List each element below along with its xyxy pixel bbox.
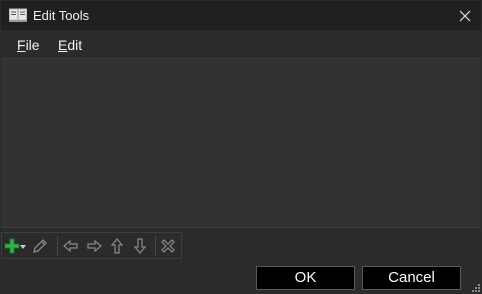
window-title: Edit Tools <box>33 8 90 23</box>
menu-file[interactable]: File <box>17 37 40 53</box>
tools-toolbar <box>1 232 182 259</box>
move-right-button[interactable] <box>85 237 105 255</box>
ok-button[interactable]: OK <box>256 266 355 290</box>
edit-tool-button[interactable] <box>31 237 51 255</box>
title-bar[interactable]: Edit Tools <box>1 1 481 30</box>
move-down-button[interactable] <box>131 237 151 255</box>
tools-list[interactable] <box>1 58 481 228</box>
move-up-icon <box>110 238 124 254</box>
add-tool-button[interactable] <box>4 237 26 255</box>
menu-bar: File Edit <box>1 30 481 58</box>
delete-tool-button[interactable] <box>159 237 179 255</box>
edit-pencil-icon <box>33 239 47 253</box>
move-up-button[interactable] <box>108 237 128 255</box>
close-button[interactable] <box>451 1 479 30</box>
move-right-icon <box>87 239 102 253</box>
book-icon <box>9 8 27 22</box>
menu-file-label: ile <box>25 37 40 53</box>
menu-edit[interactable]: Edit <box>58 37 82 53</box>
dropdown-arrow-icon <box>20 245 26 249</box>
menu-file-accel: F <box>17 37 26 53</box>
menu-edit-accel: E <box>58 37 68 53</box>
move-left-button[interactable] <box>62 237 82 255</box>
close-icon <box>459 10 471 21</box>
toolbar-separator <box>155 236 156 256</box>
move-left-icon <box>63 239 78 253</box>
cancel-button[interactable]: Cancel <box>362 266 461 290</box>
toolbar-separator <box>57 236 58 256</box>
delete-icon <box>161 239 175 253</box>
menu-edit-label: dit <box>67 37 83 53</box>
edit-tools-window: Edit Tools File Edit OK Cancel <box>0 0 482 294</box>
resize-grip-icon[interactable] <box>471 283 480 292</box>
move-down-icon <box>133 238 147 254</box>
add-icon <box>4 238 20 254</box>
